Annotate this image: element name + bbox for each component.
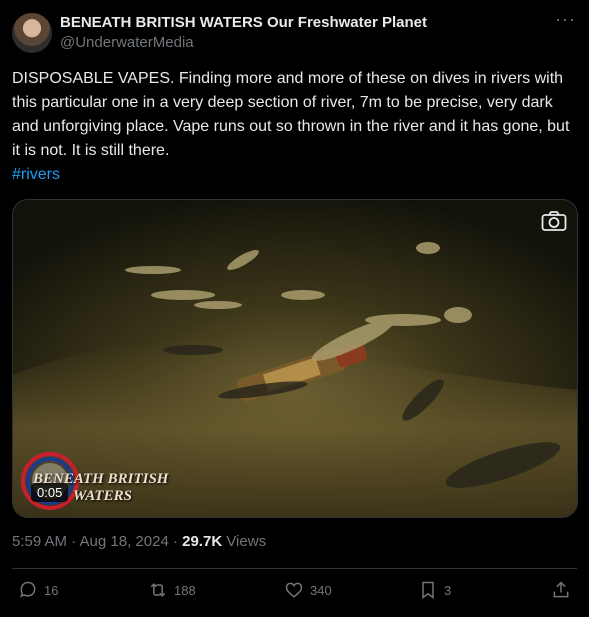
post-meta: 5:59 AM · Aug 18, 2024 · 29.7K Views (12, 533, 266, 550)
repost-button[interactable]: 188 (148, 580, 196, 600)
camera-icon[interactable] (541, 210, 567, 232)
video-duration: 0:05 (31, 483, 69, 502)
like-count: 340 (310, 582, 332, 598)
post-text: DISPOSABLE VAPES. Finding more and more … (12, 67, 577, 187)
bookmark-icon (422, 581, 434, 599)
share-button[interactable] (551, 580, 577, 600)
repost-icon (150, 583, 166, 597)
video-player[interactable]: BENEATH BRITISH WATERS 0:05 (12, 199, 578, 518)
reply-count: 16 (44, 582, 59, 598)
repost-count: 188 (174, 582, 196, 598)
like-button[interactable]: 340 (284, 580, 332, 600)
bookmark-button[interactable]: 3 (418, 580, 451, 600)
author-display-name[interactable]: BENEATH BRITISH WATERS Our Freshwater Pl… (60, 14, 427, 31)
views-label: Views (222, 533, 267, 550)
avatar[interactable] (12, 13, 52, 53)
views-count: 29.7K (182, 533, 223, 550)
action-bar: 16 188 340 3 (0, 578, 589, 608)
divider (12, 568, 577, 569)
bookmark-count: 3 (444, 582, 452, 598)
hashtag-link[interactable]: #rivers (12, 166, 60, 183)
post-timestamp[interactable]: 5:59 AM · Aug 18, 2024 · (12, 533, 182, 550)
more-options-icon[interactable]: ··· (555, 10, 575, 32)
author-handle[interactable]: @UnderwaterMedia (60, 34, 194, 51)
reply-button[interactable]: 16 (18, 580, 58, 600)
video-frame (13, 200, 577, 517)
share-icon (553, 581, 569, 598)
post-body: DISPOSABLE VAPES. Finding more and more … (12, 70, 570, 159)
heart-icon (285, 582, 303, 598)
reply-icon (20, 581, 36, 598)
